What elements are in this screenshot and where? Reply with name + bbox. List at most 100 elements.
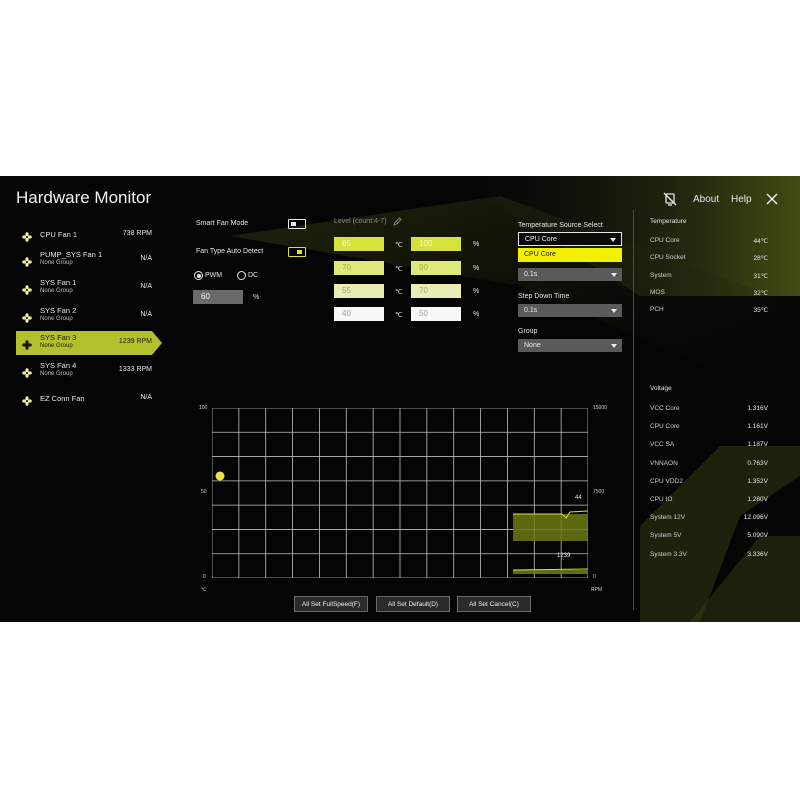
graph-right-unit: RPM [591, 587, 603, 593]
voltage-value: 0.763V [747, 459, 768, 467]
about-button[interactable]: About [693, 194, 719, 205]
rpm-history-line [512, 568, 588, 571]
fan-curve-point[interactable] [215, 471, 225, 481]
app-title: Hardware Monitor [16, 188, 152, 207]
voltage-value: 5.090V [747, 532, 768, 540]
graph-left-bottom-label: 0 [203, 574, 206, 580]
fan-name: SYS Fan 3 [40, 333, 77, 342]
temperature-source-option[interactable]: CPU Core [518, 248, 622, 262]
step-down-time-value: 0.1s [524, 307, 538, 314]
temperature-heading: Temperature [650, 218, 687, 225]
fan-list-item[interactable]: SYS Fan 1 None Group N/A [16, 276, 152, 300]
fan-rpm: N/A [140, 311, 152, 318]
temperature-value: 32℃ [753, 289, 768, 297]
fan-name: SYS Fan 1 [40, 278, 77, 287]
voltage-label: System 3.3V [650, 550, 687, 558]
voltage-value: 1.161V [747, 423, 768, 431]
fan-rpm: 1333 RPM [118, 366, 152, 373]
pwm-radio[interactable] [194, 271, 203, 280]
temperature-label: System [650, 271, 672, 279]
voltage-value: 1.316V [747, 405, 768, 412]
fan-icon [22, 254, 32, 267]
voltage-label: CPU IO [650, 496, 673, 503]
fan-type-auto-detect-toggle[interactable] [288, 247, 306, 257]
fan-group: None Group [40, 260, 73, 266]
fan-rpm: N/A [140, 394, 152, 401]
level-temp-input[interactable]: 70 [334, 261, 384, 275]
level-percent-input[interactable]: 90 [411, 261, 461, 275]
temperature-history-band [513, 514, 588, 541]
temperature-source-option-label: CPU Core [524, 251, 556, 258]
temperature-value: 35℃ [753, 307, 768, 315]
chevron-down-icon [610, 238, 616, 242]
temperature-value: 28℃ [753, 255, 768, 263]
level-percent-input[interactable]: 70 [411, 284, 461, 298]
dc-radio[interactable] [237, 271, 246, 280]
graph-right-mid-label: 7500 [593, 489, 605, 495]
group-select[interactable]: None [518, 339, 622, 352]
temperature-label: CPU Socket [650, 254, 686, 262]
level-percent-unit: % [473, 265, 480, 272]
rpm-history-band [513, 570, 588, 574]
hardware-monitor-window: Hardware Monitor About Help CPU Fan 1 738… [0, 176, 800, 622]
voltage-label: VNNAON [650, 459, 678, 467]
fan-group: None Group [40, 343, 73, 349]
step-down-time-select[interactable]: 0.1s [518, 304, 622, 317]
temperature-source-value: CPU Core [525, 236, 557, 243]
smart-fan-mode-toggle[interactable] [288, 219, 306, 229]
set-cancel-button[interactable]: All Set Cancel(C) [457, 596, 531, 612]
temperature-source-label: Temperature Source Select [518, 222, 603, 229]
fan-list-item[interactable]: SYS Fan 3 None Group 1239 RPM [16, 331, 162, 355]
edit-icon[interactable] [393, 217, 402, 226]
fan-list-item[interactable]: CPU Fan 1 738 RPM [16, 223, 152, 247]
graph-left-mid-label: 50 [201, 489, 207, 495]
pwm-label: PWM [205, 272, 223, 279]
set-full-speed-button[interactable]: All Set FullSpeed(F) [294, 596, 368, 612]
fan-list-item[interactable]: PUMP_SYS Fan 1 None Group N/A [16, 248, 152, 272]
voltage-label: CPU VDD2 [650, 477, 683, 485]
temperature-readout: 44 [575, 495, 582, 501]
fan-curve-graph[interactable] [212, 408, 588, 578]
fan-list-item[interactable]: SYS Fan 2 None Group N/A [16, 304, 152, 328]
fan-group: None Group [40, 371, 73, 377]
level-temp-unit: ℃ [395, 289, 403, 296]
level-percent-input[interactable]: 100 [411, 237, 461, 251]
help-button[interactable]: Help [731, 194, 752, 205]
temperature-value: 44℃ [753, 238, 768, 245]
temperature-value: 31℃ [753, 272, 768, 280]
fan-type-auto-detect-label: Fan Type Auto Detect [196, 248, 264, 255]
fan-icon [22, 310, 32, 323]
chevron-down-icon [611, 273, 617, 277]
temperature-label: CPU Core [650, 237, 680, 244]
graph-right-bottom-label: 0 [593, 574, 596, 580]
level-temp-input[interactable]: 40 [334, 307, 384, 321]
fan-rpm: N/A [140, 255, 152, 262]
temperature-source-select[interactable]: CPU Core [518, 232, 622, 246]
fan-group: None Group [40, 288, 73, 294]
step-up-time-value: 0.1s [524, 271, 538, 278]
voltage-heading: Voltage [650, 385, 672, 392]
fan-list-item[interactable]: SYS Fan 4 None Group 1333 RPM [16, 359, 152, 383]
graph-right-top-label: 15000 [593, 405, 607, 411]
level-temp-input[interactable]: 85 [334, 237, 384, 251]
fan-name: EZ Conn Fan [40, 394, 85, 403]
step-down-time-label: Step Down Time [518, 293, 570, 300]
level-temp-unit: ℃ [395, 266, 403, 273]
level-percent-unit: % [473, 288, 480, 295]
level-temp-input[interactable]: 55 [334, 284, 384, 298]
graph-left-unit: ℃ [201, 587, 207, 593]
step-up-time-select[interactable]: 0.1s [518, 268, 622, 281]
fan-icon [22, 282, 32, 295]
fan-speed-input[interactable]: 60 [193, 290, 243, 304]
fan-list-item[interactable]: EZ Conn Fan N/A [16, 387, 152, 411]
fan-icon [22, 365, 32, 378]
set-default-button[interactable]: All Set Default(D) [376, 596, 450, 612]
voltage-label: VCC SA [650, 441, 675, 449]
fan-rpm: 738 RPM [122, 230, 152, 237]
level-percent-input[interactable]: 50 [411, 307, 461, 321]
level-percent-unit: % [473, 311, 480, 318]
voltage-label: System 5V [650, 532, 682, 540]
voltage-label: System 12V [650, 514, 686, 522]
notification-off-icon[interactable] [662, 191, 678, 207]
close-icon[interactable] [766, 193, 778, 205]
